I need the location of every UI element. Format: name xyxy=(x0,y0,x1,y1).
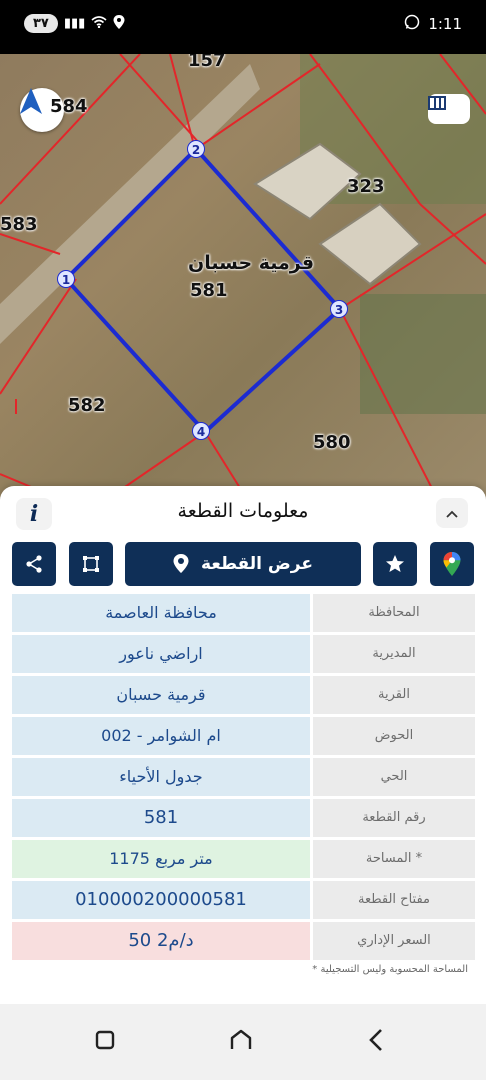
parcel-id-label: 581 xyxy=(190,280,228,301)
vertex-3[interactable]: 3 xyxy=(330,300,348,318)
parcel-label-323: 323 xyxy=(347,176,385,197)
village-label: القرية xyxy=(313,676,475,714)
vertex-4[interactable]: 4 xyxy=(192,422,210,440)
view-parcel-label: عرض القطعة xyxy=(201,554,313,574)
recents-icon xyxy=(95,1030,115,1050)
layers-button[interactable] xyxy=(428,94,470,124)
favorite-button[interactable] xyxy=(373,542,417,586)
view-parcel-button[interactable]: عرض القطعة xyxy=(125,542,361,586)
google-maps-icon xyxy=(443,552,461,576)
star-icon xyxy=(386,555,404,572)
google-maps-button[interactable] xyxy=(430,542,474,586)
neighborhood-value: جدول الأحياء xyxy=(12,758,310,796)
admin-price-label: السعر الإداري xyxy=(313,922,475,960)
parcel-info-panel: i معلومات القطعة عرض القطعة محافظة العاص… xyxy=(0,486,486,1080)
parcel-label-580: 580 xyxy=(313,432,351,453)
parcel-label-583: 583 xyxy=(0,214,38,235)
system-nav-bar xyxy=(0,1004,486,1080)
collapse-button[interactable] xyxy=(436,498,468,528)
home-button[interactable] xyxy=(211,1020,271,1060)
row-parcel-number: 581 رقم القطعة xyxy=(12,799,475,837)
polygon-icon xyxy=(83,556,99,572)
basin-label: الحوض xyxy=(313,717,475,755)
status-right: 1:11 xyxy=(404,14,462,34)
row-parcel-key: 010000200000581 مفتاح القطعة xyxy=(12,881,475,919)
parcel-label-157: 157 xyxy=(188,54,226,71)
row-area: 1175 متر مربع المساحة * xyxy=(12,840,475,878)
parcel-name-label: قرمية حسبان xyxy=(188,252,315,274)
area-footnote: * المساحة المحسوبة وليس التسجيلية xyxy=(312,964,468,975)
area-value: 1175 متر مربع xyxy=(12,840,310,878)
wifi-icon xyxy=(91,15,107,32)
status-left: ٣٧ ▮▮▮ xyxy=(24,14,125,33)
directorate-value: اراضي ناعور xyxy=(12,635,310,673)
parcel-key-value: 010000200000581 xyxy=(12,881,310,919)
parcel-details-table: محافظة العاصمة المحافظة اراضي ناعور المد… xyxy=(12,594,475,963)
home-icon xyxy=(230,1029,252,1049)
map-view[interactable]: 157 584 583 323 582 580 قرمية حسبان 581 … xyxy=(0,54,486,504)
location-icon xyxy=(113,14,125,33)
share-icon xyxy=(26,555,42,573)
row-admin-price: 50 د/م2 السعر الإداري xyxy=(12,922,475,960)
basin-value: ام الشوامر - 002 xyxy=(12,717,310,755)
governorate-label: المحافظة xyxy=(313,594,475,632)
row-directorate: اراضي ناعور المديرية xyxy=(12,635,475,673)
row-village: قرمية حسبان القرية xyxy=(12,676,475,714)
parcel-key-label: مفتاح القطعة xyxy=(313,881,475,919)
directorate-label: المديرية xyxy=(313,635,475,673)
parcel-label-584: 584 xyxy=(50,96,88,117)
row-governorate: محافظة العاصمة المحافظة xyxy=(12,594,475,632)
neighborhood-label: الحي xyxy=(313,758,475,796)
parcel-number-value: 581 xyxy=(12,799,310,837)
parcel-label-582: 582 xyxy=(68,395,106,416)
vertex-1[interactable]: 1 xyxy=(57,270,75,288)
vertex-2[interactable]: 2 xyxy=(187,140,205,158)
governorate-value: محافظة العاصمة xyxy=(12,594,310,632)
notification-count-badge: ٣٧ xyxy=(24,14,58,33)
area-label: المساحة * xyxy=(313,840,475,878)
action-row: عرض القطعة xyxy=(0,542,486,586)
recents-button[interactable] xyxy=(75,1020,135,1060)
parcel-number-label: رقم القطعة xyxy=(313,799,475,837)
share-button[interactable] xyxy=(12,542,56,586)
boundary-button[interactable] xyxy=(69,542,113,586)
whatsapp-icon xyxy=(404,14,420,34)
back-icon xyxy=(369,1029,382,1051)
clock: 1:11 xyxy=(428,15,462,33)
admin-price-value: 50 د/م2 xyxy=(12,922,310,960)
status-bar: ٣٧ ▮▮▮ 1:11 xyxy=(0,0,486,54)
village-value: قرمية حسبان xyxy=(12,676,310,714)
row-basin: ام الشوامر - 002 الحوض xyxy=(12,717,475,755)
panel-header: i معلومات القطعة xyxy=(0,486,486,538)
map-pin-icon xyxy=(173,554,189,573)
signal-icon: ▮▮▮ xyxy=(63,16,86,31)
row-neighborhood: جدول الأحياء الحي xyxy=(12,758,475,796)
back-button[interactable] xyxy=(346,1020,406,1060)
panel-title: معلومات القطعة xyxy=(177,500,309,522)
